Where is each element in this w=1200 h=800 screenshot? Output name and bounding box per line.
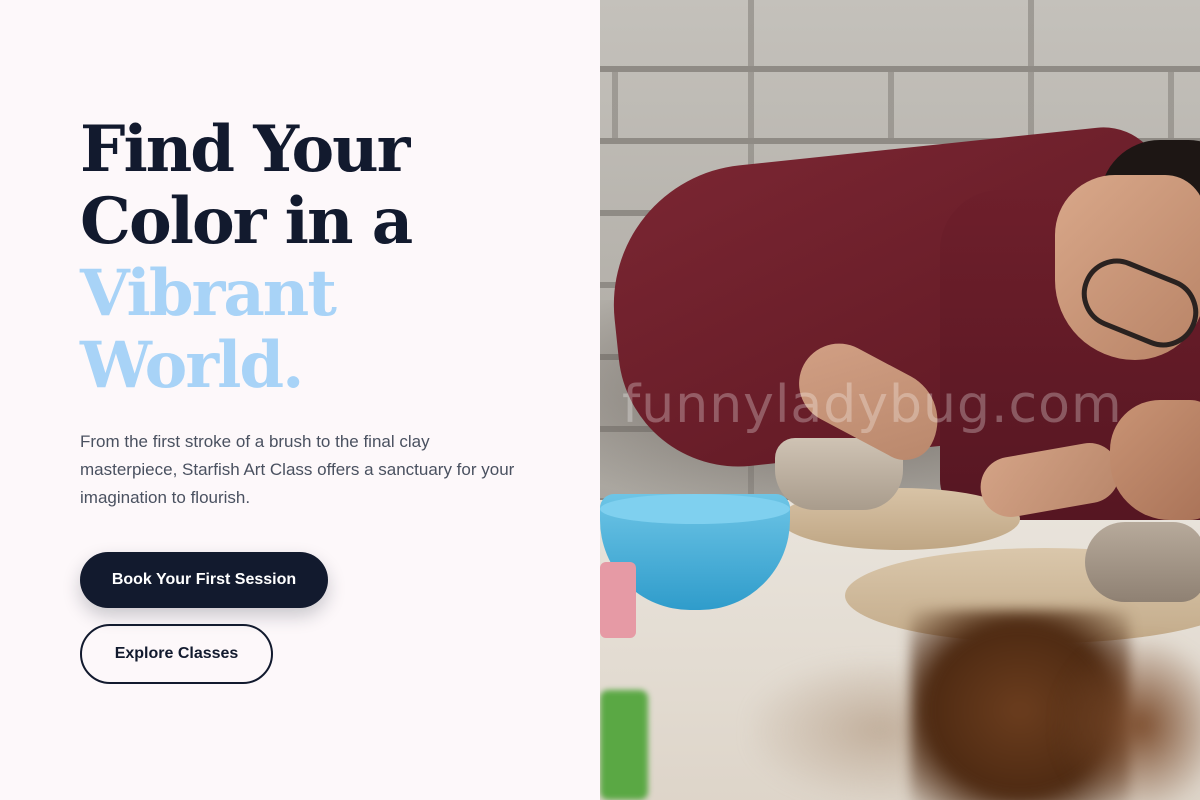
clay-lump [1085,522,1200,602]
hero-description: From the first stroke of a brush to the … [80,432,515,507]
hero-headline: Find Your Color in a Vibrant World. [80,112,413,403]
headline-accent-line-2: World. [80,328,304,403]
blue-bowl-rim [600,494,790,524]
foreground-green-cup [600,690,648,800]
book-first-session-button[interactable]: Book Your First Session [80,552,328,608]
pink-sponge [600,562,636,638]
headline-line-1: Find Your [80,112,410,187]
headline-line-2: Color in a [80,184,413,259]
headline-accent-line-1: Vibrant [80,256,337,331]
explore-classes-button[interactable]: Explore Classes [80,624,273,684]
hero-section: Find Your Color in a Vibrant World. From… [0,0,1200,800]
hero-photo: funnyladybug.com [600,0,1200,800]
watermark: funnyladybug.com [622,375,1123,435]
hero-content: Find Your Color in a Vibrant World. From… [0,0,600,800]
foreground-pot-blur-right [1060,640,1200,800]
